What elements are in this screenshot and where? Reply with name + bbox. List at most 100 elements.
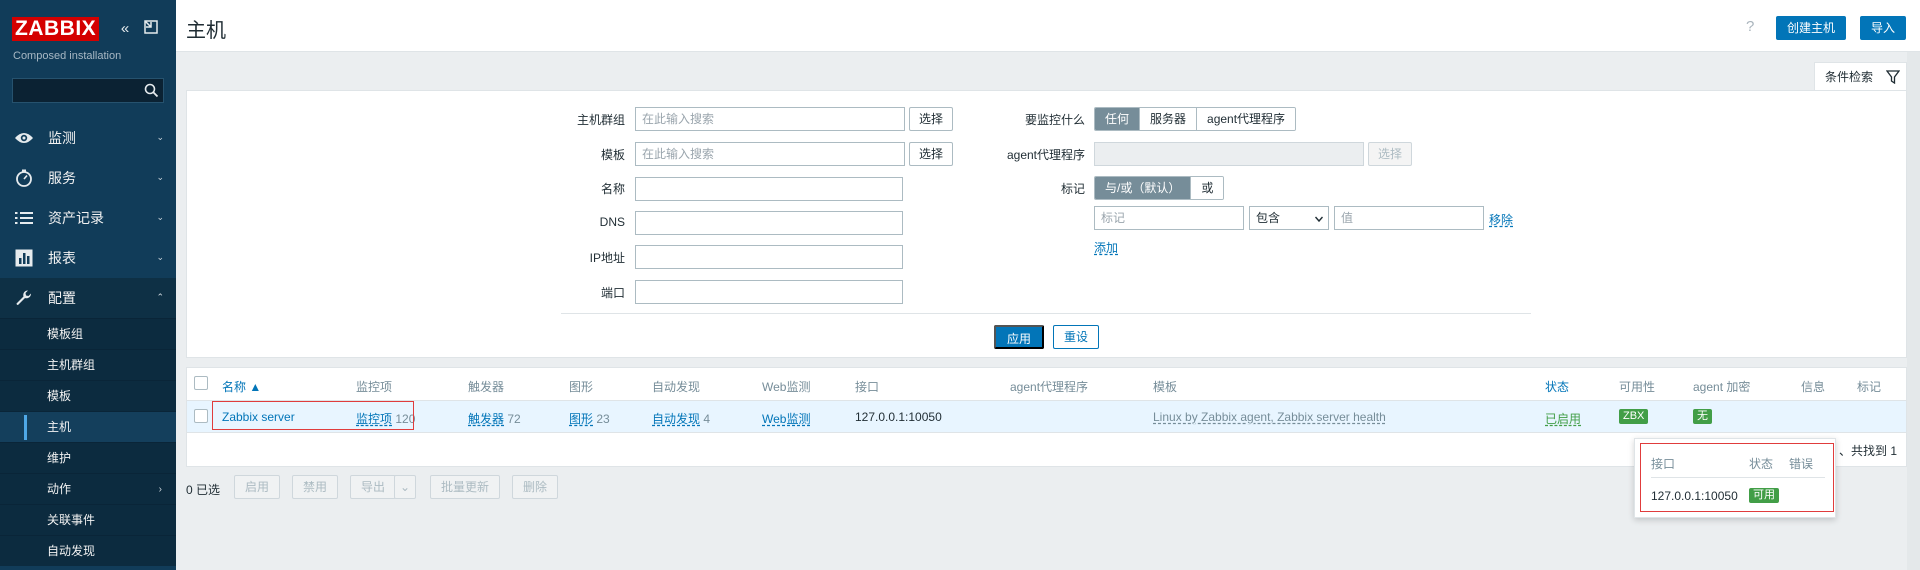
host-groups-select-button[interactable]: 选择 xyxy=(909,107,954,131)
mass-update-button[interactable]: 批量更新 xyxy=(430,475,501,499)
sidebar-item-maintenance[interactable]: 维护 xyxy=(0,442,176,473)
filter-tab-label: 条件检索 xyxy=(1825,70,1874,84)
disable-button[interactable]: 禁用 xyxy=(292,475,339,499)
logo[interactable]: ZABBIX xyxy=(12,17,100,41)
chevron-down-icon: ⌄ xyxy=(156,252,164,262)
tags-or[interactable]: 或 xyxy=(1191,177,1224,199)
filter-divider xyxy=(561,313,1531,314)
menu-item-services[interactable]: 服务 ⌄ xyxy=(0,158,176,198)
sidebar-item-templates[interactable]: 模板 xyxy=(0,380,176,411)
delete-button[interactable]: 删除 xyxy=(512,475,559,499)
col-proxy: agent代理程序 xyxy=(1010,380,1089,394)
sidebar-item-event-correlation[interactable]: 关联事件 xyxy=(0,504,176,535)
proxy-label: agent代理程序 xyxy=(1006,148,1085,162)
sidebar-item-actions[interactable]: 动作 › xyxy=(0,473,176,504)
main-menu: 监测 ⌄ 服务 ⌄ 资产记录 ⌄ 报表 ⌄ 配置 ⌃ 模板组 主机群组 模板 主… xyxy=(0,118,176,566)
menu-label: 监测 xyxy=(48,130,76,146)
menu-label: 资产记录 xyxy=(48,210,104,226)
sidebar-item-discovery[interactable]: 自动发现 xyxy=(0,535,176,566)
dns-input[interactable] xyxy=(635,211,903,235)
help-icon[interactable]: ? xyxy=(1746,18,1754,35)
port-label: 端口 xyxy=(600,286,625,300)
menu-item-monitoring[interactable]: 监测 ⌄ xyxy=(0,118,176,158)
monitored-by-any[interactable]: 任何 xyxy=(1095,108,1141,130)
sidebar-search-input[interactable] xyxy=(12,78,164,103)
page-scrollbar[interactable] xyxy=(1907,52,1920,570)
export-dropdown-button[interactable]: ⌄ xyxy=(394,475,416,499)
sidebar-item-label: 动作 xyxy=(47,482,72,496)
col-triggers: 触发器 xyxy=(468,380,505,394)
monitored-by-server[interactable]: 服务器 xyxy=(1140,108,1198,130)
graphs-link[interactable]: 图形 xyxy=(569,412,593,426)
graphs-count: 23 xyxy=(596,412,610,426)
enable-button[interactable]: 启用 xyxy=(234,475,281,499)
triggers-link[interactable]: 触发器 xyxy=(468,412,504,426)
apply-button[interactable]: 应用 xyxy=(994,325,1045,349)
col-status[interactable]: 状态 xyxy=(1545,378,1569,395)
tags-label: 标记 xyxy=(1060,182,1085,196)
templates-input[interactable]: 在此输入搜索 xyxy=(635,142,905,166)
reset-button[interactable]: 重设 xyxy=(1053,325,1100,349)
monitored-by-label: 要监控什么 xyxy=(1024,113,1085,127)
export-button[interactable]: 导出 xyxy=(350,475,397,499)
status-link[interactable]: 已启用 xyxy=(1545,410,1581,427)
tag-value-input[interactable]: 值 xyxy=(1334,206,1484,230)
search-icon[interactable] xyxy=(144,83,159,98)
col-discovery: 自动发现 xyxy=(652,380,701,394)
sidebar: ZABBIX « Composed installation 监测 ⌄ 服务 ⌄… xyxy=(0,0,176,570)
menu-item-configuration[interactable]: 配置 ⌃ xyxy=(0,278,176,318)
col-name[interactable]: 名称 ▲ xyxy=(222,378,261,395)
tag-name-input[interactable]: 标记 xyxy=(1094,206,1244,230)
host-groups-input[interactable]: 在此输入搜索 xyxy=(635,107,905,131)
name-label: 名称 xyxy=(600,182,625,196)
tag-operator-select[interactable]: 包含 xyxy=(1249,206,1329,230)
tag-operator-value: 包含 xyxy=(1256,211,1281,225)
collapse-sidebar-icon[interactable]: « xyxy=(116,20,134,38)
discovery-count: 4 xyxy=(703,412,711,426)
col-tags: 标记 xyxy=(1857,380,1882,394)
ip-input[interactable] xyxy=(635,245,903,269)
sidebar-item-host-groups[interactable]: 主机群组 xyxy=(0,349,176,380)
col-interface: 接口 xyxy=(855,380,880,394)
col-web: Web监测 xyxy=(762,380,811,394)
triggers-count: 72 xyxy=(507,412,521,426)
col-graphs: 图形 xyxy=(569,380,594,394)
selected-count: 0 已选 xyxy=(186,483,221,497)
encryption-cell: 无 xyxy=(1693,408,1712,424)
import-button[interactable]: 导入 xyxy=(1860,16,1907,40)
web-link[interactable]: Web监测 xyxy=(762,410,810,427)
row-checkbox[interactable] xyxy=(194,409,208,423)
zabbix-logo[interactable]: ZABBIX xyxy=(12,17,100,41)
tags-evaltype-segmented: 与/或（默认） 或 xyxy=(1094,176,1225,200)
chevron-right-icon: › xyxy=(158,484,162,495)
encryption-badge: 无 xyxy=(1693,409,1712,424)
create-host-button[interactable]: 创建主机 xyxy=(1776,16,1847,40)
name-input[interactable] xyxy=(635,177,903,201)
menu-item-inventory[interactable]: 资产记录 ⌄ xyxy=(0,198,176,238)
tag-add-link[interactable]: 添加 xyxy=(1094,239,1118,256)
col-templates: 模板 xyxy=(1153,380,1178,394)
select-all-checkbox[interactable] xyxy=(194,376,208,390)
discovery-cell: 自动发现 4 xyxy=(652,410,710,427)
discovery-link[interactable]: 自动发现 xyxy=(652,412,700,426)
chevron-down-icon: ⌄ xyxy=(156,132,164,142)
tags-and-or[interactable]: 与/或（默认） xyxy=(1095,177,1192,199)
monitored-by-proxy[interactable]: agent代理程序 xyxy=(1197,108,1296,130)
chevron-up-icon: ⌃ xyxy=(156,292,164,302)
tag-remove-link[interactable]: 移除 xyxy=(1489,211,1513,228)
sidebar-item-template-groups[interactable]: 模板组 xyxy=(0,318,176,349)
availability-cell: ZBX xyxy=(1619,408,1649,424)
templates-link[interactable]: Linux by Zabbix agent, Zabbix server hea… xyxy=(1153,410,1386,424)
menu-item-reports[interactable]: 报表 ⌄ xyxy=(0,238,176,278)
sidebar-item-hosts[interactable]: 主机 xyxy=(0,411,176,442)
kiosk-mode-icon[interactable] xyxy=(142,20,160,38)
report-icon xyxy=(14,248,34,268)
table-row: Zabbix server 监控项 120 触发器 72 图形 23 自动发现 … xyxy=(187,401,1906,433)
host-groups-label: 主机群组 xyxy=(576,113,625,127)
filter-tab[interactable]: 条件检索 xyxy=(1814,62,1907,90)
templates-select-button[interactable]: 选择 xyxy=(909,142,954,166)
zbx-availability-badge[interactable]: ZBX xyxy=(1619,409,1649,424)
menu-label: 报表 xyxy=(48,250,76,266)
port-input[interactable] xyxy=(635,280,903,304)
dns-label: DNS xyxy=(599,215,625,229)
